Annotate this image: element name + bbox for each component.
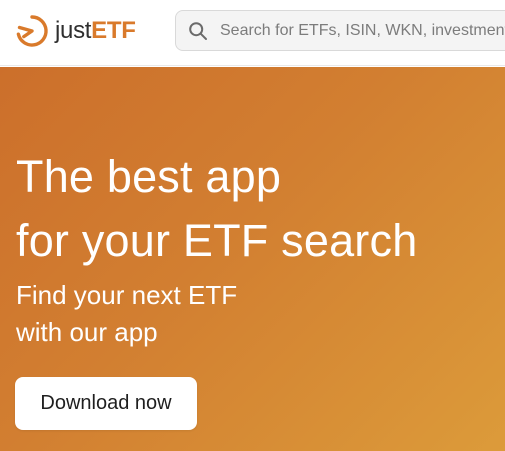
logo-wordmark: justETF	[55, 19, 136, 43]
justetf-logo[interactable]: justETF	[15, 13, 136, 49]
hero-title: The best app for your ETF search	[16, 145, 417, 273]
hero-subtitle-line-2: with our app	[16, 317, 158, 347]
search-bar[interactable]	[175, 10, 505, 51]
logo-text-just: just	[55, 17, 92, 44]
hero-banner: The best app for your ETF search Find yo…	[0, 67, 505, 451]
logo-text-etf: ETF	[91, 17, 136, 44]
download-now-button[interactable]: Download now	[15, 377, 197, 430]
justetf-logo-icon	[16, 15, 48, 47]
search-input[interactable]	[220, 21, 505, 40]
hero-subtitle: Find your next ETF with our app	[16, 277, 237, 351]
hero-subtitle-line-1: Find your next ETF	[16, 280, 238, 310]
site-header: justETF	[0, 0, 505, 66]
hero-title-line-2: for your ETF search	[16, 215, 418, 266]
hero-title-line-1: The best app	[16, 151, 282, 202]
search-icon	[189, 21, 207, 40]
